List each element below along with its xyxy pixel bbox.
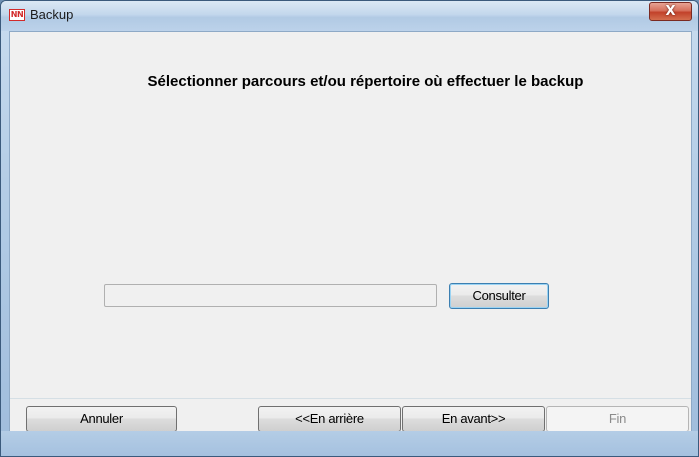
page-title: Sélectionner parcours et/ou répertoire o…: [147, 73, 584, 90]
window-title: Backup: [30, 7, 74, 22]
footer-divider: [10, 398, 691, 399]
backup-window: NN Backup X Sélectionner parcours et/ou …: [0, 0, 699, 457]
finish-button[interactable]: Fin: [546, 406, 689, 432]
consulter-button[interactable]: Consulter: [449, 283, 549, 309]
app-logo-icon: NN: [9, 9, 25, 21]
close-button[interactable]: X: [649, 2, 692, 21]
title-bar[interactable]: NN Backup X: [1, 1, 698, 31]
dialog-content: Sélectionner parcours et/ou répertoire o…: [9, 31, 692, 433]
path-input[interactable]: [104, 284, 437, 307]
close-icon: X: [665, 4, 676, 19]
forward-button[interactable]: En avant>>: [402, 406, 545, 432]
cancel-button[interactable]: Annuler: [26, 406, 177, 432]
window-bottom-frame: [1, 431, 698, 456]
back-button[interactable]: <<En arrière: [258, 406, 401, 432]
